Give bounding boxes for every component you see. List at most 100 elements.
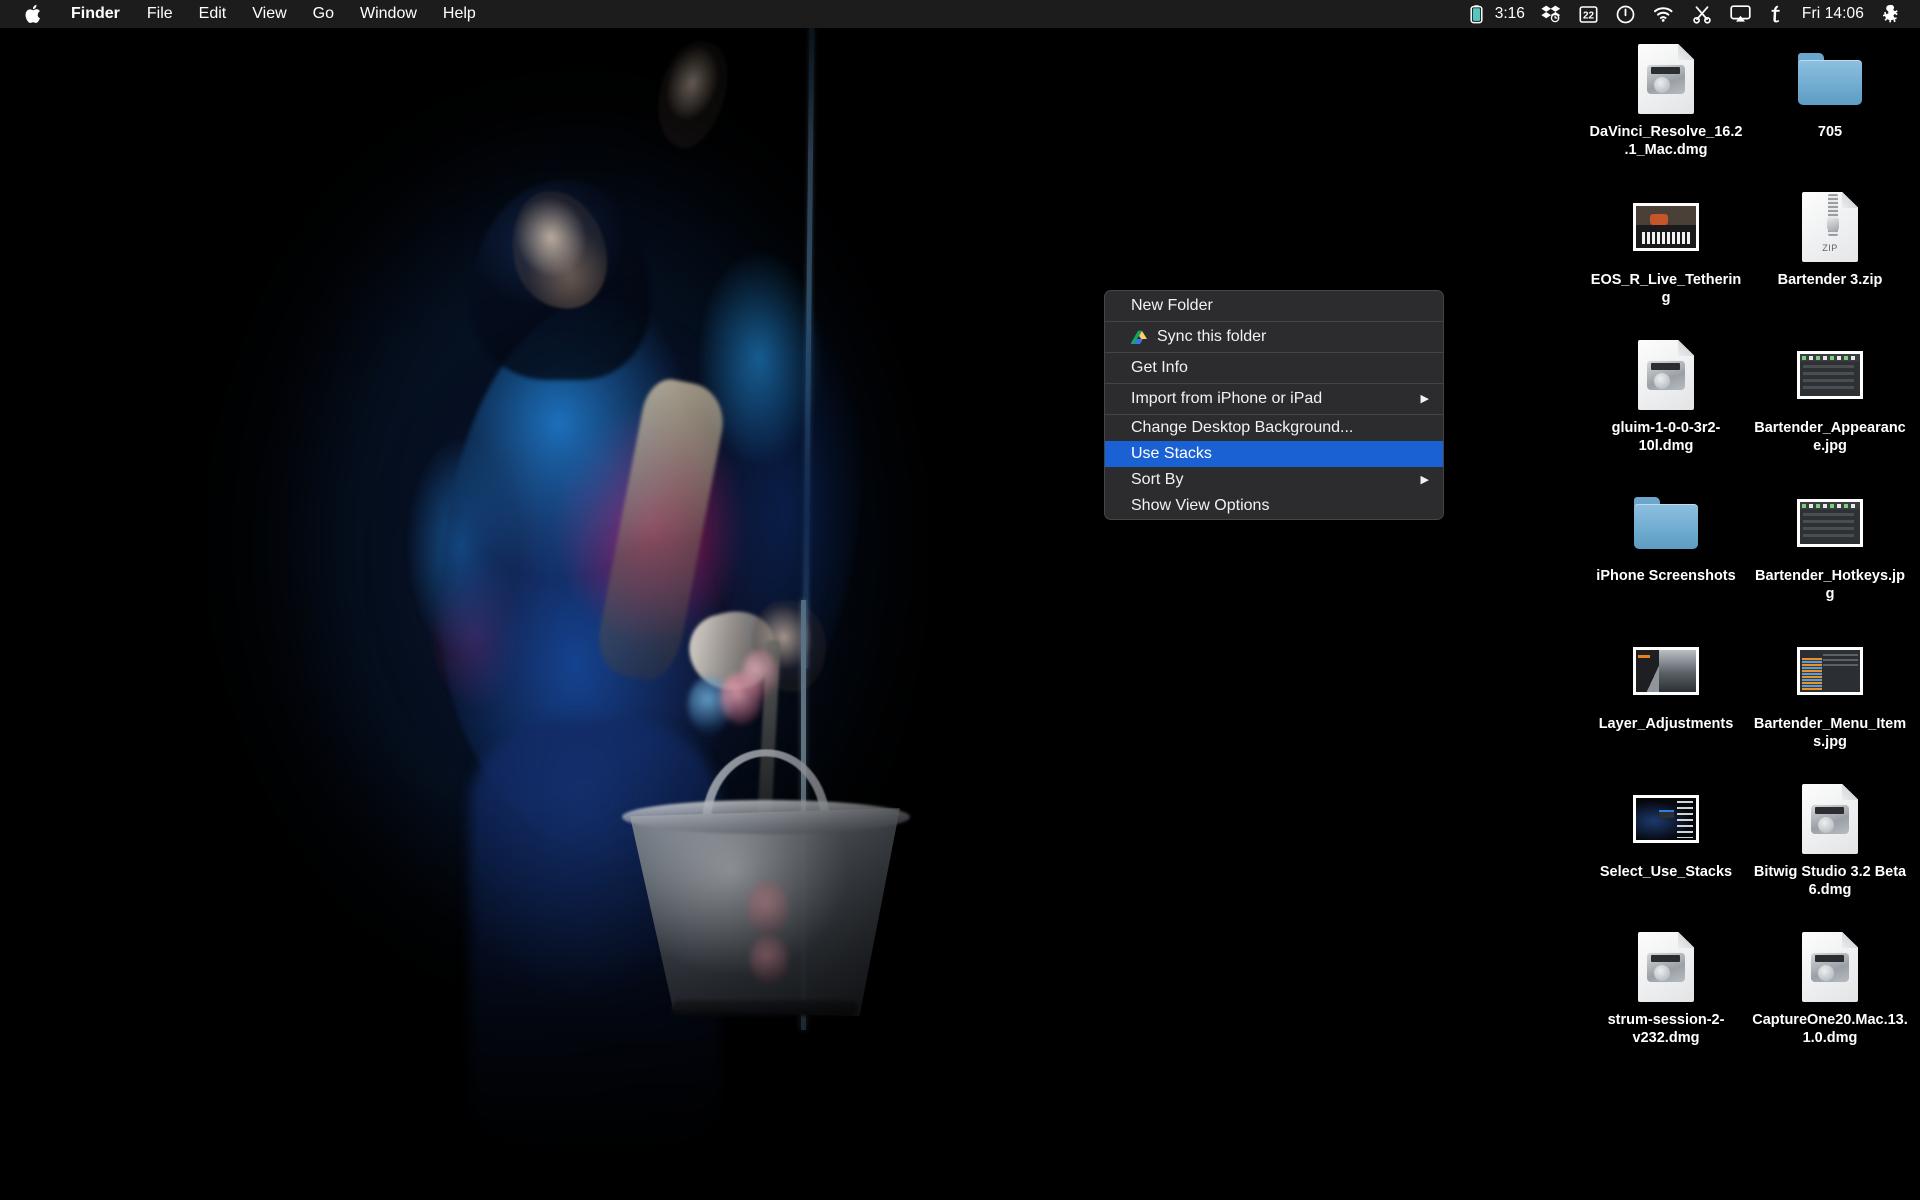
svg-text:22: 22	[1583, 10, 1595, 21]
image-thumbnail-icon	[1633, 647, 1699, 695]
context-menu-item-label: Use Stacks	[1131, 445, 1212, 463]
desktop-icon-art	[1795, 634, 1865, 708]
context-menu-item-change-desktop-background[interactable]: Change Desktop Background...	[1105, 415, 1443, 441]
desktop-icon-davinci-resolve-16-2-1-mac-dmg[interactable]: DaVinci_Resolve_16.2.1_Mac.dmg	[1584, 36, 1748, 184]
desktop-icon-label: iPhone Screenshots	[1588, 567, 1744, 585]
menu-bar: Finder File Edit View Go Window Help 3:1…	[0, 0, 1920, 28]
menu-go[interactable]: Go	[300, 3, 347, 25]
desktop-icon-art	[1631, 634, 1701, 708]
desktop-icon-iphone-screenshots[interactable]: iPhone Screenshots	[1584, 480, 1748, 628]
desktop-icon-label: EOS_R_Live_Tethering	[1588, 271, 1744, 307]
google-drive-icon	[1130, 330, 1147, 345]
desktop-icon-art	[1795, 338, 1865, 412]
submenu-arrow-icon: ▶	[1421, 394, 1429, 405]
desktop-icon-bartender-menu-items-jpg[interactable]: Bartender_Menu_Items.jpg	[1748, 628, 1912, 776]
folder-icon	[1798, 53, 1862, 105]
context-menu-item-label: Get Info	[1131, 359, 1188, 377]
context-menu-item-import-from-iphone-or-ipad[interactable]: Import from iPhone or iPad▶	[1105, 384, 1443, 414]
context-menu-group: Get Info	[1105, 353, 1443, 383]
desktop-icon-bartender-3-zip[interactable]: ZIP Bartender 3.zip	[1748, 184, 1912, 332]
desktop-icon-bartender-appearance-jpg[interactable]: Bartender_Appearance.jpg	[1748, 332, 1912, 480]
desktop-icon-captureone20-mac-13-1-0-dmg[interactable]: CaptureOne20.Mac.13.1.0.dmg	[1748, 924, 1912, 1072]
desktop-icon-label: DaVinci_Resolve_16.2.1_Mac.dmg	[1588, 123, 1744, 159]
context-menu-group: Sync this folder	[1105, 322, 1443, 352]
context-menu-item-sync-this-folder[interactable]: Sync this folder	[1105, 322, 1443, 352]
submenu-arrow-icon: ▶	[1421, 475, 1429, 486]
desktop-icon-label: Select_Use_Stacks	[1588, 863, 1744, 881]
context-menu-item-label: Change Desktop Background...	[1131, 419, 1353, 437]
power-timer-icon[interactable]	[1608, 3, 1643, 25]
airplay-icon[interactable]	[1722, 3, 1759, 25]
context-menu-item-sort-by[interactable]: Sort By ▶	[1105, 467, 1443, 493]
context-menu-group: Import from iPhone or iPad▶	[1105, 384, 1443, 414]
menu-window[interactable]: Window	[347, 3, 430, 25]
image-thumbnail-icon	[1797, 351, 1863, 399]
calendar-icon[interactable]: 22	[1571, 3, 1606, 25]
menu-edit[interactable]: Edit	[186, 3, 240, 25]
desktop-icon-grid: DaVinci_Resolve_16.2.1_Mac.dmg 705 EOS_R_L…	[1584, 36, 1914, 1072]
desktop-wallpaper	[0, 0, 1130, 1200]
desktop-icon-art	[1795, 486, 1865, 560]
desktop-icon-label: strum-session-2-v232.dmg	[1588, 1011, 1744, 1047]
desktop-icon-eos-r-live-tethering[interactable]: EOS_R_Live_Tethering	[1584, 184, 1748, 332]
desktop-icon-bitwig-studio-3-2-beta-6-dmg[interactable]: Bitwig Studio 3.2 Beta 6.dmg	[1748, 776, 1912, 924]
desktop[interactable]: DaVinci_Resolve_16.2.1_Mac.dmg 705 EOS_R_L…	[0, 0, 1920, 1200]
desktop-icon-art	[1795, 930, 1865, 1004]
menu-view[interactable]: View	[239, 3, 299, 25]
menu-help[interactable]: Help	[430, 3, 489, 25]
desktop-icon-strum-session-2-v232-dmg[interactable]: strum-session-2-v232.dmg	[1584, 924, 1748, 1072]
battery-time-remaining[interactable]: 3:16	[1493, 5, 1531, 23]
desktop-icon-art	[1631, 782, 1701, 856]
menu-file[interactable]: File	[134, 3, 186, 25]
disk-image-icon	[1802, 784, 1858, 854]
dropbox-icon[interactable]	[1533, 3, 1569, 25]
siri-icon[interactable]	[1875, 3, 1908, 25]
desktop-icon-bartender-hotkeys-jpg[interactable]: Bartender_Hotkeys.jpg	[1748, 480, 1912, 628]
desktop-icon-art	[1631, 338, 1701, 412]
apple-logo-icon[interactable]	[20, 4, 57, 24]
desktop-context-menu[interactable]: New Folder Sync this folder Get Info Import…	[1104, 290, 1444, 520]
menu-bar-clock[interactable]: Fri 14:06	[1793, 5, 1873, 23]
desktop-icon-label: Bartender 3.zip	[1752, 271, 1908, 289]
context-menu-item-label: Show View Options	[1131, 497, 1269, 515]
disk-image-icon	[1638, 340, 1694, 410]
desktop-icon-label: 705	[1752, 123, 1908, 141]
desktop-icon-gluim-1-0-0-3r2-10l-dmg[interactable]: gluim-1-0-0-3r2-10l.dmg	[1584, 332, 1748, 480]
desktop-icon-label: CaptureOne20.Mac.13.1.0.dmg	[1752, 1011, 1908, 1047]
desktop-icon-label: Layer_Adjustments	[1588, 715, 1744, 733]
desktop-icon-select-use-stacks[interactable]: Select_Use_Stacks	[1584, 776, 1748, 924]
battery-icon[interactable]	[1462, 3, 1491, 25]
disk-image-icon	[1638, 932, 1694, 1002]
desktop-icon-art	[1795, 782, 1865, 856]
menu-bar-app-menus: Finder File Edit View Go Window Help	[0, 3, 489, 25]
desktop-icon-label: gluim-1-0-0-3r2-10l.dmg	[1588, 419, 1744, 455]
desktop-icon-705[interactable]: 705	[1748, 36, 1912, 184]
context-menu-item-label: New Folder	[1131, 297, 1213, 315]
context-menu-item-new-folder[interactable]: New Folder	[1105, 291, 1443, 321]
textexpander-icon[interactable]	[1761, 3, 1791, 25]
desktop-icon-label: Bartender_Menu_Items.jpg	[1752, 715, 1908, 751]
desktop-icon-art: ZIP	[1795, 190, 1865, 264]
wifi-icon[interactable]	[1645, 3, 1682, 25]
image-thumbnail-icon	[1633, 795, 1699, 843]
desktop-icon-art	[1631, 42, 1701, 116]
context-menu-item-label: Sync this folder	[1157, 328, 1266, 346]
context-menu-item-use-stacks[interactable]: Use Stacks	[1105, 441, 1443, 467]
image-thumbnail-icon	[1633, 203, 1699, 251]
folder-icon	[1634, 497, 1698, 549]
desktop-icon-label: Bartender_Appearance.jpg	[1752, 419, 1908, 455]
desktop-icon-label: Bitwig Studio 3.2 Beta 6.dmg	[1752, 863, 1908, 899]
desktop-icon-art	[1631, 930, 1701, 1004]
menu-finder[interactable]: Finder	[57, 3, 134, 25]
desktop-icon-art	[1631, 486, 1701, 560]
context-menu-item-label: Sort By	[1131, 471, 1183, 489]
desktop-icon-layer-adjustments[interactable]: Layer_Adjustments	[1584, 628, 1748, 776]
image-thumbnail-icon	[1797, 499, 1863, 547]
disk-image-icon	[1638, 44, 1694, 114]
desktop-icon-label: Bartender_Hotkeys.jpg	[1752, 567, 1908, 603]
context-menu-group: Change Desktop Background... Use Stacks So…	[1105, 415, 1443, 519]
scissors-icon[interactable]	[1684, 3, 1720, 25]
context-menu-item-get-info[interactable]: Get Info	[1105, 353, 1443, 383]
disk-image-icon	[1802, 932, 1858, 1002]
context-menu-item-show-view-options[interactable]: Show View Options	[1105, 493, 1443, 519]
